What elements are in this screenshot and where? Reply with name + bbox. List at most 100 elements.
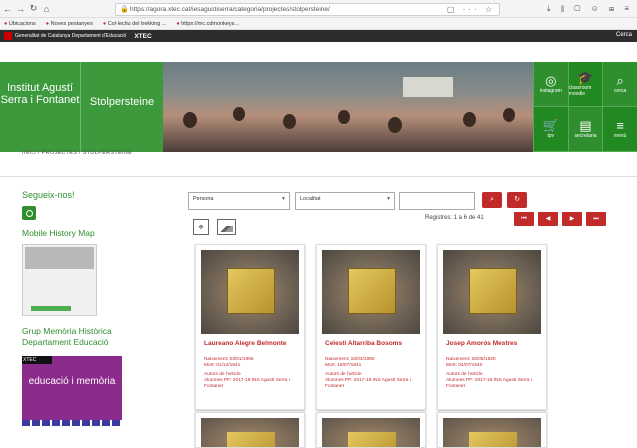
gencat-logo-icon xyxy=(4,32,12,40)
mobile-map-thumbnail[interactable] xyxy=(22,244,97,316)
person-card[interactable] xyxy=(437,412,547,448)
graduation-icon: 🎓 xyxy=(577,70,594,85)
reload-icon[interactable]: ↻ xyxy=(28,3,39,14)
prev-page-button[interactable]: ◀ xyxy=(538,212,558,226)
page-actions-icon[interactable]: ▢ ··· ☆ xyxy=(447,5,495,14)
authors-value: Alumnes PF: 2017-18 INS Agustí Serra i F… xyxy=(446,378,532,389)
back-icon[interactable]: ← xyxy=(2,4,13,14)
person-name[interactable]: Laureano Alegre Belmonte xyxy=(204,340,300,347)
person-shape xyxy=(233,107,245,121)
chevron-down-icon: ▼ xyxy=(281,196,286,202)
reload-icon: ↻ xyxy=(514,196,520,203)
death-date: Mort: 01/12/1941 xyxy=(204,363,241,368)
gencat-search-link[interactable]: Cerca xyxy=(616,32,632,38)
tile-instagram[interactable]: ◎ instagram xyxy=(533,62,568,107)
death-date: Mort: 18/07/1941 xyxy=(325,363,362,368)
bookmark-item[interactable]: https://mc.cdmonkeys... xyxy=(176,21,239,27)
filter-bar: Persona ▼ Localitat ▼ ⌕ ↻ xyxy=(188,192,608,210)
instagram-icon[interactable] xyxy=(22,206,36,220)
bookmark-item[interactable]: Col·lectiu del trekking ... xyxy=(103,21,167,27)
breadcrumb[interactable]: INICI / PROJECTES / STOLPERSTEINE xyxy=(22,150,132,156)
person-card[interactable]: Laureano Alegre Belmonte Naixement: 03/0… xyxy=(195,244,305,410)
project-title: Stolpersteine xyxy=(80,62,163,152)
person-name[interactable]: Celestí Altarriba Bosoms xyxy=(325,340,421,347)
forward-icon[interactable]: → xyxy=(15,4,26,14)
search-input[interactable] xyxy=(399,192,475,210)
menu-icon: ≡ xyxy=(616,118,624,133)
address-bar[interactable]: 🔒 https://agora.xtec.cat/iesagustiserra/… xyxy=(115,3,500,16)
tile-search[interactable]: ⌕ cerca xyxy=(602,62,637,107)
authors-value: Alumnes PF: 2017-18 INS Agustí Serra i F… xyxy=(325,378,411,389)
person-shape xyxy=(338,110,350,124)
gencat-org: Generalitat de Catalunya Departament d'E… xyxy=(15,33,127,39)
persona-select[interactable]: Persona ▼ xyxy=(188,192,290,210)
stolperstein-photo xyxy=(322,250,420,334)
tile-label: secretaria xyxy=(574,133,597,139)
person-shape xyxy=(503,108,515,122)
exhibition-sign xyxy=(403,77,453,97)
banner-stripe xyxy=(22,420,122,426)
search-button[interactable]: ⌕ xyxy=(482,192,502,208)
person-card[interactable]: Josep Amorós Mestres Naixement: 26/05/19… xyxy=(437,244,547,410)
bookmarks-bar: Ubicacions Noves pestanyes Col·lectiu de… xyxy=(0,18,637,30)
first-page-button[interactable]: ⏮ xyxy=(514,212,534,226)
tile-label: menú xyxy=(613,133,627,139)
person-card[interactable]: Celestí Altarriba Bosoms Naixement: 16/0… xyxy=(316,244,426,410)
educacio-memoria-banner[interactable]: XTEC educació i memòria xyxy=(22,356,122,426)
stolperstein-photo xyxy=(443,250,541,334)
grup-memoria-link[interactable]: Grup Memòria Històrica Departament Educa… xyxy=(22,326,132,348)
stolperstein-photo xyxy=(201,250,299,334)
death-date: Mort: 04/07/1940 xyxy=(446,363,483,368)
tile-label: cerca xyxy=(614,88,627,94)
header-photo xyxy=(163,62,533,152)
person-shape xyxy=(388,117,402,133)
records-count: Registres: 1 a 6 de 41 xyxy=(425,215,484,221)
tile-label: tpv xyxy=(547,133,555,139)
xtec-small-logo: XTEC xyxy=(22,356,52,364)
person-shape xyxy=(183,112,197,128)
bookmark-item[interactable]: Noves pestanyes xyxy=(46,21,93,27)
person-card[interactable] xyxy=(316,412,426,448)
follow-heading: Segueix-nos! xyxy=(22,190,75,200)
tile-menu[interactable]: ≡ menú xyxy=(602,107,637,152)
person-name[interactable]: Josep Amorós Mestres xyxy=(446,340,542,347)
xtec-logo[interactable]: XTEC xyxy=(134,33,151,40)
tile-tpv[interactable]: 🛒 tpv xyxy=(533,107,568,152)
cart-icon: 🛒 xyxy=(542,118,559,133)
url-text: https://agora.xtec.cat/iesagustiserra/ca… xyxy=(130,6,330,13)
persona-value: Persona xyxy=(193,196,214,202)
lock-icon: 🔒 xyxy=(120,6,129,13)
localitat-select[interactable]: Localitat ▼ xyxy=(295,192,395,210)
instagram-icon: ◎ xyxy=(545,73,557,88)
tile-label: instagram xyxy=(539,88,562,94)
authors-value: Alumnes PF: 2017-18 INS Agustí Serra i F… xyxy=(204,378,290,389)
institute-title[interactable]: Institut Agustí Serra i Fontanet xyxy=(0,62,80,152)
divider xyxy=(0,176,637,177)
chevron-down-icon: ▼ xyxy=(386,196,391,202)
quick-links: ◎ instagram 🎓 classroom moodle ⌕ cerca 🛒 tpv… xyxy=(533,62,637,152)
stolperstein-photo xyxy=(322,418,420,447)
mobile-map-link[interactable]: Mobile History Map xyxy=(22,228,132,238)
stolperstein-photo xyxy=(201,418,299,447)
tile-label: classroom moodle xyxy=(568,85,592,97)
educacio-text: educació i memòria xyxy=(28,376,116,387)
toolbar-icons[interactable]: ⤓ ⫴ ▢ ☺ ⊞ ≡ xyxy=(547,4,633,14)
person-shape xyxy=(283,114,296,129)
map-pin-icon[interactable]: ⌖ xyxy=(193,219,209,235)
home-icon[interactable]: ⌂ xyxy=(41,4,52,14)
tile-moodle[interactable]: 🎓 classroom moodle xyxy=(567,62,603,107)
tile-secretaria[interactable]: ▤ secretaria xyxy=(567,107,603,152)
localitat-value: Localitat xyxy=(300,196,321,202)
person-shape xyxy=(463,112,476,127)
browser-toolbar: ← → ↻ ⌂ 🔒 https://agora.xtec.cat/iesagus… xyxy=(0,0,637,18)
last-page-button[interactable]: ⏭ xyxy=(586,212,606,226)
image-icon[interactable] xyxy=(217,219,236,235)
site-header: Institut Agustí Serra i Fontanet Stolper… xyxy=(0,62,637,152)
search-icon: ⌕ xyxy=(490,196,494,203)
stolperstein-photo xyxy=(443,418,541,447)
reset-button[interactable]: ↻ xyxy=(507,192,527,208)
gencat-bar: Generalitat de Catalunya Departament d'E… xyxy=(0,30,637,42)
next-page-button[interactable]: ▶ xyxy=(562,212,582,226)
bookmark-item[interactable]: Ubicacions xyxy=(4,21,36,27)
person-card[interactable] xyxy=(195,412,305,448)
